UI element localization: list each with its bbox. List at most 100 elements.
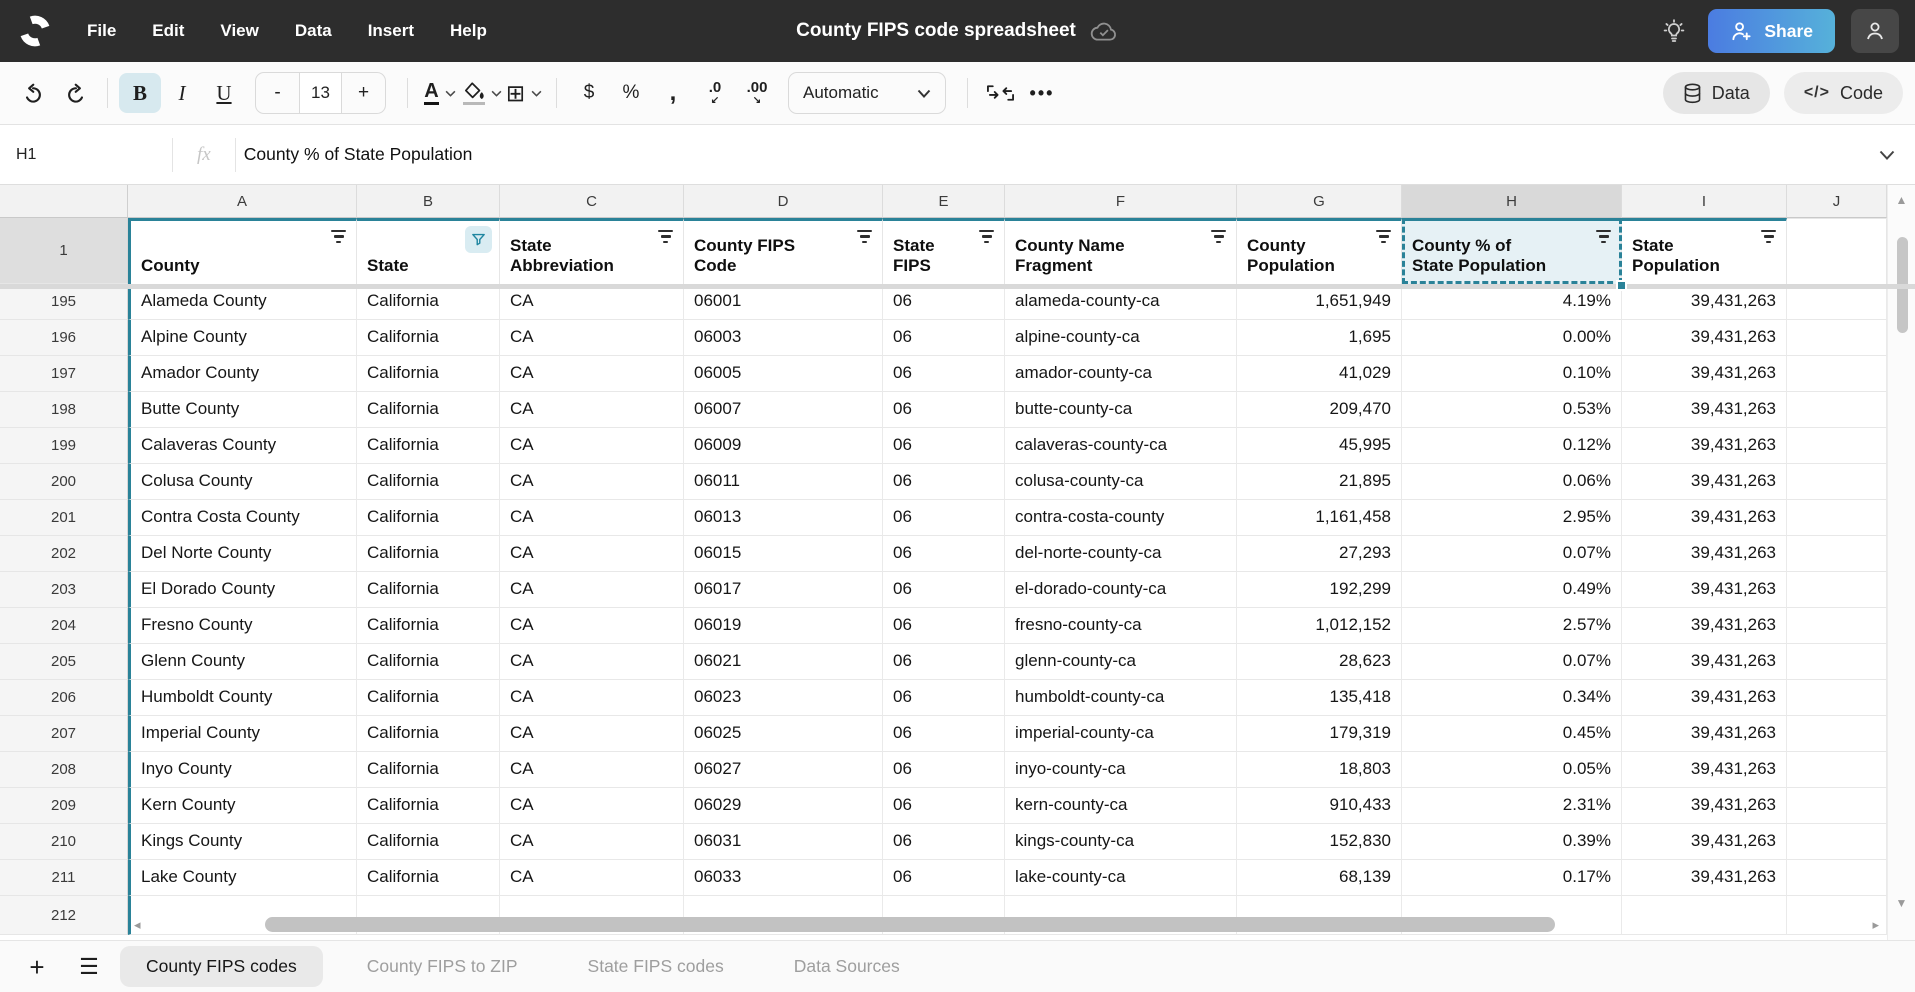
cell-A198[interactable]: Butte County <box>128 392 357 428</box>
header-cell-C1[interactable]: State Abbreviation <box>500 218 684 284</box>
cell-C203[interactable]: CA <box>500 572 684 608</box>
cell-H205[interactable]: 0.07% <box>1402 644 1622 680</box>
row-header-209[interactable]: 209 <box>0 788 128 824</box>
cell-B209[interactable]: California <box>357 788 500 824</box>
cell-D201[interactable]: 06013 <box>684 500 883 536</box>
cell-I197[interactable]: 39,431,263 <box>1622 356 1787 392</box>
cell-H208[interactable]: 0.05% <box>1402 752 1622 788</box>
cell-I208[interactable]: 39,431,263 <box>1622 752 1787 788</box>
number-format-select[interactable]: Automatic <box>788 72 946 114</box>
cell-G200[interactable]: 21,895 <box>1237 464 1402 500</box>
fit-content-button[interactable] <box>979 73 1021 113</box>
cell-J204[interactable] <box>1787 608 1887 644</box>
cell-F207[interactable]: imperial-county-ca <box>1005 716 1237 752</box>
column-header-E[interactable]: E <box>883 185 1005 218</box>
cell-C206[interactable]: CA <box>500 680 684 716</box>
cell-B198[interactable]: California <box>357 392 500 428</box>
menu-insert[interactable]: Insert <box>353 13 429 49</box>
cell-J202[interactable] <box>1787 536 1887 572</box>
cell-I205[interactable]: 39,431,263 <box>1622 644 1787 680</box>
cell-J208[interactable] <box>1787 752 1887 788</box>
cell-F209[interactable]: kern-county-ca <box>1005 788 1237 824</box>
cell-J203[interactable] <box>1787 572 1887 608</box>
cell-H195[interactable]: 4.19% <box>1402 284 1622 320</box>
cell-E200[interactable]: 06 <box>883 464 1005 500</box>
cell-I196[interactable]: 39,431,263 <box>1622 320 1787 356</box>
row-header-200[interactable]: 200 <box>0 464 128 500</box>
bold-button[interactable]: B <box>119 73 161 113</box>
cell-E210[interactable]: 06 <box>883 824 1005 860</box>
cell-G205[interactable]: 28,623 <box>1237 644 1402 680</box>
cell-G195[interactable]: 1,651,949 <box>1237 284 1402 320</box>
cell-J205[interactable] <box>1787 644 1887 680</box>
decrease-decimal-button[interactable]: .0↙ <box>694 73 736 113</box>
cell-F206[interactable]: humboldt-county-ca <box>1005 680 1237 716</box>
italic-button[interactable]: I <box>161 73 203 113</box>
cell-J206[interactable] <box>1787 680 1887 716</box>
menu-help[interactable]: Help <box>435 13 502 49</box>
formula-bar-expand-icon[interactable] <box>1879 150 1915 160</box>
filter-menu-icon[interactable] <box>977 228 996 245</box>
cell-D202[interactable]: 06015 <box>684 536 883 572</box>
cell-G196[interactable]: 1,695 <box>1237 320 1402 356</box>
cell-F203[interactable]: el-dorado-county-ca <box>1005 572 1237 608</box>
sheet-list-menu-icon[interactable]: ☰ <box>68 954 110 980</box>
cell-C200[interactable]: CA <box>500 464 684 500</box>
filter-menu-icon[interactable] <box>855 228 874 245</box>
cell-I211[interactable]: 39,431,263 <box>1622 860 1787 896</box>
cell-F196[interactable]: alpine-county-ca <box>1005 320 1237 356</box>
cell-I201[interactable]: 39,431,263 <box>1622 500 1787 536</box>
header-cell-J1[interactable] <box>1787 218 1887 284</box>
scroll-left-icon[interactable]: ◂ <box>134 917 141 933</box>
cell-I198[interactable]: 39,431,263 <box>1622 392 1787 428</box>
cell-A206[interactable]: Humboldt County <box>128 680 357 716</box>
cell-A211[interactable]: Lake County <box>128 860 357 896</box>
header-cell-E1[interactable]: State FIPS <box>883 218 1005 284</box>
menu-file[interactable]: File <box>72 13 131 49</box>
cell-J201[interactable] <box>1787 500 1887 536</box>
column-header-A[interactable]: A <box>128 185 357 218</box>
underline-button[interactable]: U <box>203 73 245 113</box>
cell-F195[interactable]: alameda-county-ca <box>1005 284 1237 320</box>
cell-F201[interactable]: contra-costa-county <box>1005 500 1237 536</box>
cell-B207[interactable]: California <box>357 716 500 752</box>
cell-B200[interactable]: California <box>357 464 500 500</box>
column-header-B[interactable]: B <box>357 185 500 218</box>
cell-J200[interactable] <box>1787 464 1887 500</box>
menu-view[interactable]: View <box>205 13 273 49</box>
cell-F199[interactable]: calaveras-county-ca <box>1005 428 1237 464</box>
header-cell-H1[interactable]: County % of State Population <box>1402 218 1622 284</box>
cell-G198[interactable]: 209,470 <box>1237 392 1402 428</box>
cell-A200[interactable]: Colusa County <box>128 464 357 500</box>
cell-G197[interactable]: 41,029 <box>1237 356 1402 392</box>
cell-G207[interactable]: 179,319 <box>1237 716 1402 752</box>
cell-D205[interactable]: 06021 <box>684 644 883 680</box>
cell-F210[interactable]: kings-county-ca <box>1005 824 1237 860</box>
cell-C208[interactable]: CA <box>500 752 684 788</box>
cell-B206[interactable]: California <box>357 680 500 716</box>
sheet-tab-data-sources[interactable]: Data Sources <box>768 946 926 987</box>
app-logo-icon[interactable] <box>16 12 54 50</box>
cell-J209[interactable] <box>1787 788 1887 824</box>
cell-E206[interactable]: 06 <box>883 680 1005 716</box>
scroll-down-icon[interactable]: ▼ <box>1888 896 1915 910</box>
cell-A207[interactable]: Imperial County <box>128 716 357 752</box>
header-cell-F1[interactable]: County Name Fragment <box>1005 218 1237 284</box>
column-header-D[interactable]: D <box>684 185 883 218</box>
cell-E211[interactable]: 06 <box>883 860 1005 896</box>
horizontal-scroll-thumb[interactable] <box>265 917 1555 932</box>
row-header-211[interactable]: 211 <box>0 860 128 896</box>
cell-G203[interactable]: 192,299 <box>1237 572 1402 608</box>
cell-E209[interactable]: 06 <box>883 788 1005 824</box>
text-color-button[interactable]: A <box>419 73 461 113</box>
header-cell-B1[interactable]: State <box>357 218 500 284</box>
cell-D207[interactable]: 06025 <box>684 716 883 752</box>
cell-I210[interactable]: 39,431,263 <box>1622 824 1787 860</box>
cell-I207[interactable]: 39,431,263 <box>1622 716 1787 752</box>
data-view-button[interactable]: Data <box>1663 72 1770 114</box>
cell-D196[interactable]: 06003 <box>684 320 883 356</box>
cell-B196[interactable]: California <box>357 320 500 356</box>
cell-B205[interactable]: California <box>357 644 500 680</box>
cell-E204[interactable]: 06 <box>883 608 1005 644</box>
cell-H204[interactable]: 2.57% <box>1402 608 1622 644</box>
